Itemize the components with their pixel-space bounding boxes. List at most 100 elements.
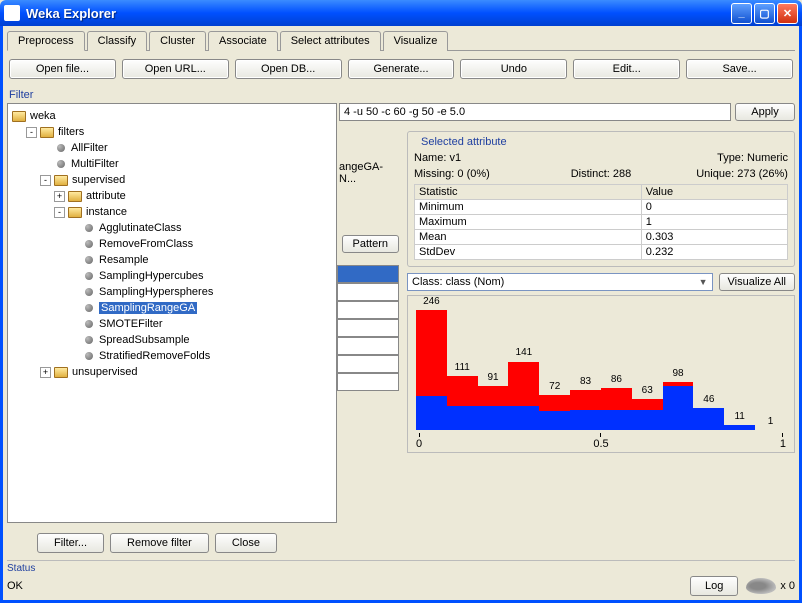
folder-icon bbox=[68, 207, 82, 218]
save-button[interactable]: Save... bbox=[686, 59, 793, 79]
visualize-all-button[interactable]: Visualize All bbox=[719, 273, 796, 291]
tree-node-agglutinateclass[interactable]: AgglutinateClass bbox=[12, 220, 332, 236]
tree-node-supervised[interactable]: - supervised bbox=[12, 172, 332, 188]
tab-bar: Preprocess Classify Cluster Associate Se… bbox=[7, 30, 795, 51]
group-title: Selected attribute bbox=[418, 136, 510, 148]
filter-tree-popup[interactable]: weka - filters AllFilter MultiFilter bbox=[7, 103, 337, 523]
list-row[interactable] bbox=[337, 265, 399, 283]
status-text: OK bbox=[7, 580, 23, 592]
tab-associate[interactable]: Associate bbox=[208, 31, 278, 51]
tree-node-weka[interactable]: weka bbox=[12, 108, 332, 124]
filter-text-input[interactable]: 4 -u 50 -c 60 -g 50 -e 5.0 bbox=[339, 103, 731, 121]
tab-cluster[interactable]: Cluster bbox=[149, 31, 206, 51]
tree-node-allfilter[interactable]: AllFilter bbox=[12, 140, 332, 156]
tree-node-resample[interactable]: Resample bbox=[12, 252, 332, 268]
folder-icon bbox=[12, 111, 26, 122]
leaf-icon bbox=[85, 272, 93, 280]
collapse-icon[interactable]: - bbox=[54, 207, 65, 218]
table-row: Mean0.303 bbox=[415, 230, 788, 245]
filter-button[interactable]: Filter... bbox=[37, 533, 104, 553]
attr-distinct: 288 bbox=[613, 168, 631, 180]
edit-button[interactable]: Edit... bbox=[573, 59, 680, 79]
table-row: Minimum0 bbox=[415, 200, 788, 215]
tab-preprocess[interactable]: Preprocess bbox=[7, 31, 85, 51]
tree-node-smotefilter[interactable]: SMOTEFilter bbox=[12, 316, 332, 332]
chart-bar: 83 bbox=[570, 300, 601, 430]
collapse-icon[interactable]: - bbox=[26, 127, 37, 138]
apply-button[interactable]: Apply bbox=[735, 103, 795, 121]
table-row: StdDev0.232 bbox=[415, 245, 788, 260]
list-row[interactable] bbox=[337, 355, 399, 373]
attr-unique: 273 (26%) bbox=[737, 168, 788, 180]
expand-icon[interactable]: + bbox=[54, 191, 65, 202]
folder-icon bbox=[54, 367, 68, 378]
minimize-button[interactable]: _ bbox=[731, 3, 752, 24]
chart-bar: 11 bbox=[724, 300, 755, 430]
status-label: Status bbox=[7, 563, 795, 574]
attribute-name-truncated: angeGA-N... bbox=[339, 161, 399, 185]
expand-icon[interactable]: + bbox=[40, 367, 51, 378]
app-icon bbox=[4, 5, 20, 21]
tab-visualize[interactable]: Visualize bbox=[383, 31, 449, 51]
chart-bar: 86 bbox=[601, 300, 632, 430]
class-selector[interactable]: Class: class (Nom) ▼ bbox=[407, 273, 713, 291]
folder-icon bbox=[40, 127, 54, 138]
chart-bar: 91 bbox=[478, 300, 509, 430]
close-button[interactable]: ✕ bbox=[777, 3, 798, 24]
tree-node-spreadsubsample[interactable]: SpreadSubsample bbox=[12, 332, 332, 348]
tree-node-samplingrangega[interactable]: SamplingRangeGA bbox=[12, 300, 332, 316]
remove-filter-button[interactable]: Remove filter bbox=[110, 533, 209, 553]
open-url-button[interactable]: Open URL... bbox=[122, 59, 229, 79]
folder-icon bbox=[54, 175, 68, 186]
log-button[interactable]: Log bbox=[690, 576, 738, 596]
x-tick: 0 bbox=[416, 433, 422, 450]
chart-bar: 98 bbox=[663, 300, 694, 430]
generate-button[interactable]: Generate... bbox=[348, 59, 455, 79]
chart-bar: 72 bbox=[539, 300, 570, 430]
tree-node-removefromclass[interactable]: RemoveFromClass bbox=[12, 236, 332, 252]
chart-bar: 111 bbox=[447, 300, 478, 430]
tree-node-attribute[interactable]: + attribute bbox=[12, 188, 332, 204]
list-row[interactable] bbox=[337, 301, 399, 319]
collapse-icon[interactable]: - bbox=[40, 175, 51, 186]
x-tick: 0.5 bbox=[593, 433, 608, 450]
selected-attribute-group: Selected attribute Name: v1 Type: Numeri… bbox=[407, 131, 795, 267]
tab-classify[interactable]: Classify bbox=[87, 31, 148, 51]
tree-node-stratifiedremovefolds[interactable]: StratifiedRemoveFolds bbox=[12, 348, 332, 364]
table-row: Maximum1 bbox=[415, 215, 788, 230]
leaf-icon bbox=[57, 160, 65, 168]
maximize-button[interactable]: ▢ bbox=[754, 3, 775, 24]
open-db-button[interactable]: Open DB... bbox=[235, 59, 342, 79]
attr-missing: 0 (0%) bbox=[457, 168, 489, 180]
tree-node-unsupervised[interactable]: + unsupervised bbox=[12, 364, 332, 380]
histogram-chart: 24611191141728386639846111 0 0.5 1 bbox=[407, 295, 795, 453]
status-bar: Status OK Log x 0 bbox=[7, 560, 795, 596]
chevron-down-icon: ▼ bbox=[699, 277, 708, 287]
stats-table: StatisticValue Minimum0Maximum1Mean0.303… bbox=[414, 184, 788, 260]
leaf-icon bbox=[85, 240, 93, 248]
close-popup-button[interactable]: Close bbox=[215, 533, 277, 553]
folder-icon bbox=[68, 191, 82, 202]
pattern-button[interactable]: Pattern bbox=[342, 235, 399, 253]
list-row[interactable] bbox=[337, 337, 399, 355]
leaf-icon bbox=[85, 304, 93, 312]
filter-group-label: Filter bbox=[9, 89, 795, 101]
leaf-icon bbox=[85, 352, 93, 360]
tab-select-attributes[interactable]: Select attributes bbox=[280, 31, 381, 51]
leaf-icon bbox=[85, 224, 93, 232]
chart-bar: 246 bbox=[416, 300, 447, 430]
open-file-button[interactable]: Open file... bbox=[9, 59, 116, 79]
tree-node-samplinghyperspheres[interactable]: SamplingHyperspheres bbox=[12, 284, 332, 300]
chart-bar: 141 bbox=[508, 300, 539, 430]
file-button-row: Open file... Open URL... Open DB... Gene… bbox=[7, 57, 795, 87]
chart-bar: 1 bbox=[755, 300, 786, 430]
tree-node-multifilter[interactable]: MultiFilter bbox=[12, 156, 332, 172]
tree-node-filters[interactable]: - filters bbox=[12, 124, 332, 140]
tree-node-samplinghypercubes[interactable]: SamplingHypercubes bbox=[12, 268, 332, 284]
tree-node-instance[interactable]: - instance bbox=[12, 204, 332, 220]
list-row[interactable] bbox=[337, 373, 399, 391]
list-row[interactable] bbox=[337, 319, 399, 337]
chart-bar: 63 bbox=[632, 300, 663, 430]
list-row[interactable] bbox=[337, 283, 399, 301]
undo-button[interactable]: Undo bbox=[460, 59, 567, 79]
